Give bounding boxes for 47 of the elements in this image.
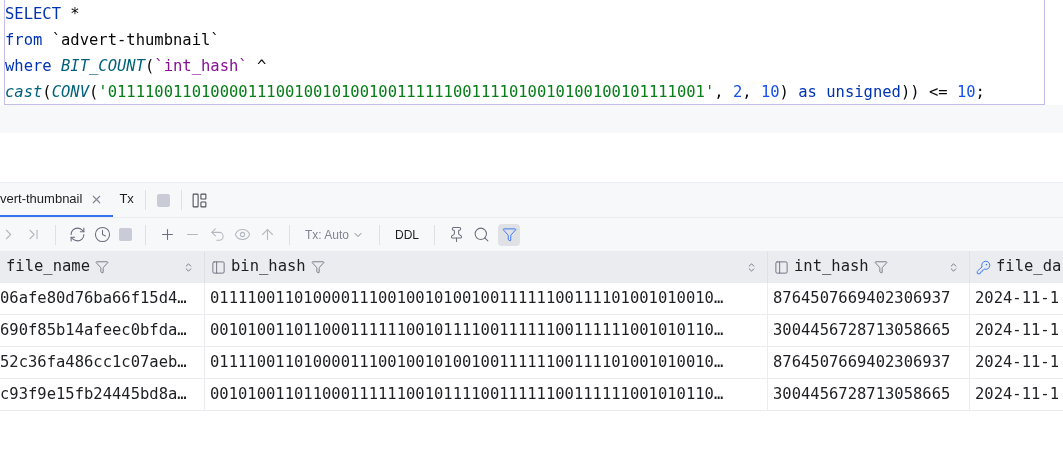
tx-tab[interactable]: Tx	[113, 183, 140, 217]
table-cell-text: c93f9e15fb24445bd8a…	[0, 383, 187, 405]
table-cell-text: 690f85b14afeec0bfda…	[0, 319, 187, 341]
column-header[interactable]: file_da	[970, 251, 1063, 283]
code-line: SELECT *	[5, 4, 80, 25]
table-cell-text: 011110011010000111001001010010011111100111101001010010…	[210, 287, 724, 309]
submit-icon[interactable]	[259, 226, 276, 243]
stop-icon[interactable]	[156, 193, 170, 207]
column-icon	[211, 259, 226, 275]
filter-icon[interactable]	[310, 260, 325, 274]
table-cell-text: 2024-11-1	[975, 351, 1059, 373]
tx-mode-dropdown[interactable]: Tx: Auto	[303, 225, 367, 244]
table-cell-text: 001010011011000111111001011110011111100111111001010110…	[210, 319, 724, 341]
column-header[interactable]: int_hash	[768, 251, 970, 283]
refresh-icon[interactable]	[69, 226, 86, 243]
filter-icon[interactable]	[873, 260, 888, 274]
sort-icon[interactable]	[746, 261, 757, 273]
table-cell-text: 2024-11-1	[975, 287, 1059, 309]
code-line: from `advert-thumbnail`	[5, 30, 220, 51]
filter-panel-toggle[interactable]	[498, 223, 521, 246]
table-cell-text: 3004456728713058665	[773, 319, 951, 341]
code-line: where BIT_COUNT(`int_hash` ^	[5, 56, 267, 77]
table-cell-text: 2024-11-1	[975, 383, 1059, 405]
table-cell-text: 06afe80d76ba66f15d4…	[0, 287, 187, 309]
stop-icon[interactable]	[119, 228, 132, 241]
preview-icon[interactable]	[234, 226, 251, 243]
table-cell-text: 52c36fa486cc1c07aeb…	[0, 351, 187, 373]
search-icon[interactable]	[473, 226, 491, 243]
revert-icon[interactable]	[209, 226, 226, 243]
clock-icon[interactable]	[94, 226, 111, 243]
sort-icon[interactable]	[948, 261, 959, 273]
table-cell-text: 8764507669402306937	[773, 351, 951, 373]
add-row-icon[interactable]	[159, 226, 176, 243]
column-icon	[774, 259, 789, 275]
column-header[interactable]: file_name	[0, 251, 205, 283]
sort-icon[interactable]	[183, 261, 194, 273]
column-header[interactable]: bin_hash	[205, 251, 768, 283]
layout-icon[interactable]	[190, 191, 208, 209]
table-cell-text: 8764507669402306937	[773, 287, 951, 309]
table-cell-text: 001010011011000111111001011110011111100111111001010110…	[210, 383, 724, 405]
filter-icon[interactable]	[95, 260, 109, 274]
table-cell-text: 3004456728713058665	[773, 383, 951, 405]
key-icon	[976, 259, 991, 275]
table-cell-text: 2024-11-1	[975, 319, 1059, 341]
code-line: cast(CONV('0111100110100001110010010100100111111001111010010100100101111001', 2, 10) as unsigned)) <= 10;	[5, 82, 985, 103]
table-cell-text: 011110011010000111001001010010011111100111101001010010…	[210, 351, 724, 373]
ddl-button[interactable]: DDL	[393, 225, 422, 244]
